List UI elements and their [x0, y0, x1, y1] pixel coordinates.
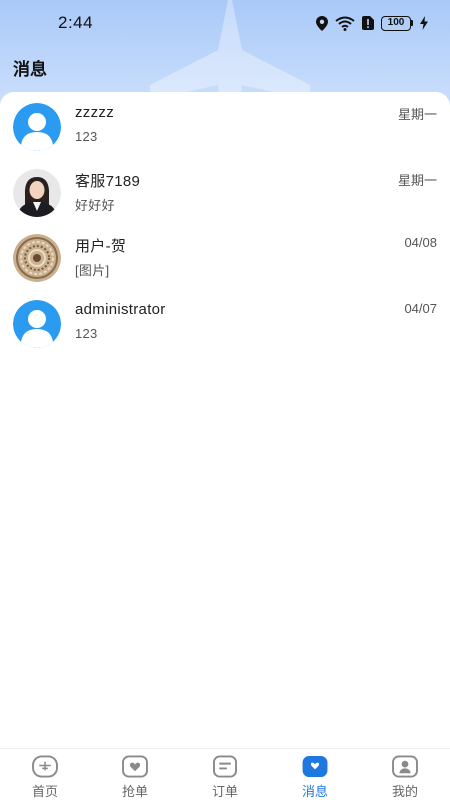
- location-icon: [316, 15, 328, 31]
- status-bar: 2:44 100: [0, 0, 450, 46]
- tab-messages[interactable]: 消息: [270, 749, 360, 800]
- tab-label: 首页: [31, 784, 58, 799]
- wifi-icon: [335, 16, 355, 31]
- conversation-name: 客服7189: [75, 173, 141, 190]
- user-photo-avatar: [13, 169, 61, 217]
- conversation-name: administrator: [75, 301, 166, 318]
- conversation-time: 星期一: [397, 107, 437, 122]
- tab-label: 订单: [211, 784, 238, 799]
- bottom-tab-bar: 首页 抢单 订单 消息 我的: [0, 748, 450, 800]
- default-user-avatar: [13, 103, 61, 151]
- conversation-time: 04/08: [404, 235, 437, 250]
- conversation-item[interactable]: 用户-贺 [图片] 04/08: [0, 234, 450, 298]
- status-time: 2:44: [58, 13, 94, 32]
- conversation-preview: 123: [75, 326, 98, 341]
- user-photo-avatar: [13, 234, 61, 282]
- grab-order-icon: [122, 755, 148, 778]
- tab-home[interactable]: 首页: [0, 749, 90, 800]
- tab-profile[interactable]: 我的: [360, 749, 450, 800]
- battery-level: 100: [381, 15, 411, 31]
- default-user-icon: [13, 103, 61, 151]
- conversation-item[interactable]: administrator 123 04/07: [0, 300, 450, 364]
- sim-alert-icon: [362, 16, 374, 30]
- profile-icon: [392, 755, 418, 778]
- battery-indicator: 100: [381, 15, 413, 31]
- tab-label: 我的: [391, 784, 418, 799]
- order-list-icon: [213, 755, 237, 778]
- status-icons: 100: [316, 15, 428, 31]
- woman-portrait-photo: [13, 169, 61, 217]
- conversation-name: 用户-贺: [75, 238, 127, 255]
- tab-label: 抢单: [121, 784, 148, 799]
- message-list: zzzzz 123 星期一 客服7189 好好好 星期一 用户-贺 [图片] 0…: [0, 92, 450, 748]
- conversation-time: 04/07: [404, 301, 437, 316]
- battery-tip: [411, 20, 413, 26]
- tab-grab-order[interactable]: 抢单: [90, 749, 180, 800]
- charging-icon: [420, 16, 428, 30]
- default-user-icon: [13, 300, 61, 348]
- home-icon: [32, 755, 58, 778]
- tab-label: 消息: [301, 784, 328, 799]
- woven-pattern-photo: [13, 234, 61, 282]
- message-icon: [302, 755, 328, 778]
- conversation-name: zzzzz: [75, 104, 114, 121]
- conversation-item[interactable]: 客服7189 好好好 星期一: [0, 169, 450, 233]
- default-user-avatar: [13, 300, 61, 348]
- page-title: 消息: [13, 60, 47, 79]
- conversation-item[interactable]: zzzzz 123 星期一: [0, 103, 450, 167]
- conversation-preview: [图片]: [75, 263, 110, 278]
- conversation-time: 星期一: [397, 173, 437, 188]
- conversation-preview: 123: [75, 129, 98, 144]
- conversation-preview: 好好好: [75, 198, 115, 213]
- tab-orders[interactable]: 订单: [180, 749, 270, 800]
